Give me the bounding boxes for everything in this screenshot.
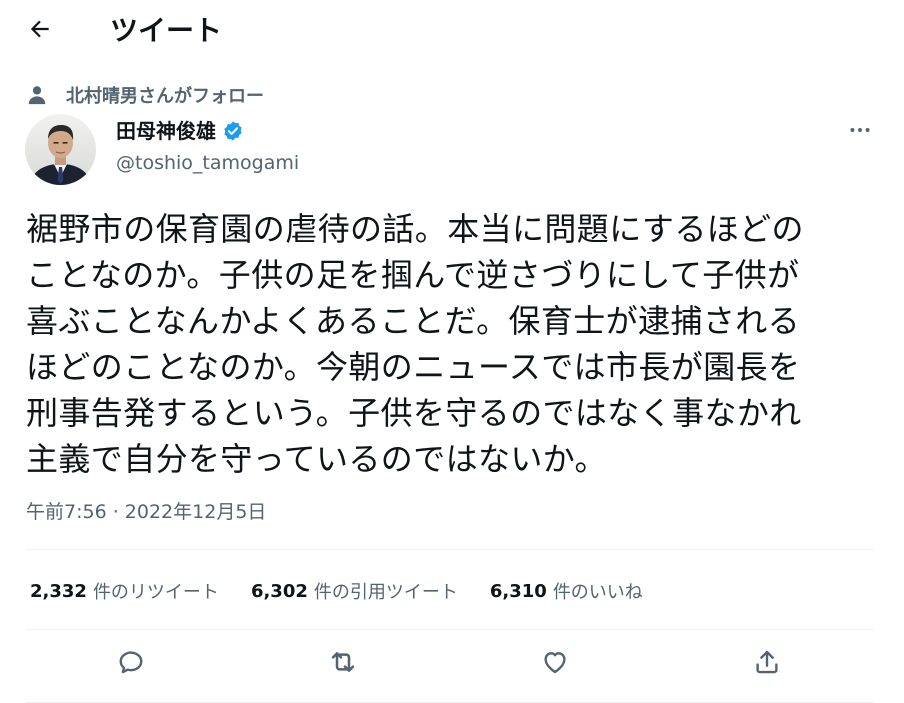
- share-button[interactable]: [747, 644, 787, 684]
- tweet-text-line: 喜ぶことなんかよくあることだ。保育士が逮捕される: [26, 302, 801, 340]
- tweet-timestamp[interactable]: 午前7:56 · 2022年12月5日: [26, 498, 266, 526]
- tweet-text-line: 主義で自分を守っているのではないか。: [26, 440, 607, 478]
- tweet-stats: 2,332 件のリツイート 6,302 件の引用ツイート 6,310 件のいいね: [30, 576, 675, 606]
- more-options-button[interactable]: [842, 114, 878, 150]
- quotes-label: 件の引用ツイート: [313, 582, 458, 603]
- tweet-text-line: ことなのか。子供の足を掴んで逆さづりにして子供が: [26, 256, 800, 294]
- like-button[interactable]: [535, 644, 575, 684]
- more-horizontal-icon: [847, 117, 873, 147]
- top-bar: ツイート: [0, 0, 904, 62]
- retweet-icon: [327, 646, 359, 682]
- reply-icon: [116, 647, 146, 681]
- tweet-text-line: 裾野市の保育園の虐待の話。本当に問題にするほどの: [26, 210, 804, 248]
- person-icon: [24, 82, 50, 108]
- like-icon: [540, 647, 570, 681]
- tweet-text-line: ほどのことなのか。今朝のニュースでは市長が園長を: [26, 348, 801, 386]
- retweets-label: 件のリツイート: [92, 582, 219, 603]
- arrow-left-icon: [27, 16, 53, 46]
- social-context-text: 北村晴男さんがフォロー: [66, 86, 264, 107]
- likes-count: 6,310: [489, 580, 547, 602]
- likes-label: 件のいいね: [552, 582, 643, 603]
- author-display-name[interactable]: 田母神俊雄: [116, 116, 216, 146]
- social-context[interactable]: 北村晴男さんがフォロー: [24, 82, 264, 108]
- divider: [26, 549, 874, 550]
- author-name-row[interactable]: 田母神俊雄: [116, 116, 246, 146]
- share-icon: [752, 647, 782, 681]
- likes-stat[interactable]: 6,310 件のいいね: [490, 578, 643, 604]
- quotes-count: 6,302: [250, 580, 308, 602]
- retweets-count: 2,332: [30, 580, 87, 602]
- retweet-button[interactable]: [323, 644, 363, 684]
- page-title: ツイート: [110, 14, 223, 47]
- verified-badge-icon: [222, 119, 246, 143]
- author-handle[interactable]: @toshio_tamogami: [116, 150, 299, 176]
- retweets-stat[interactable]: 2,332 件のリツイート: [30, 578, 219, 604]
- reply-button[interactable]: [111, 644, 151, 684]
- tweet-text-line: 刑事告発するという。子供を守るのではなく事なかれ: [26, 394, 802, 432]
- quotes-stat[interactable]: 6,302 件の引用ツイート: [251, 578, 458, 604]
- tweet-text: 裾野市の保育園の虐待の話。本当に問題にするほどの ことなのか。子供の足を掴んで逆…: [26, 206, 876, 482]
- back-button[interactable]: [22, 13, 58, 49]
- avatar[interactable]: [25, 114, 96, 185]
- divider: [26, 629, 874, 630]
